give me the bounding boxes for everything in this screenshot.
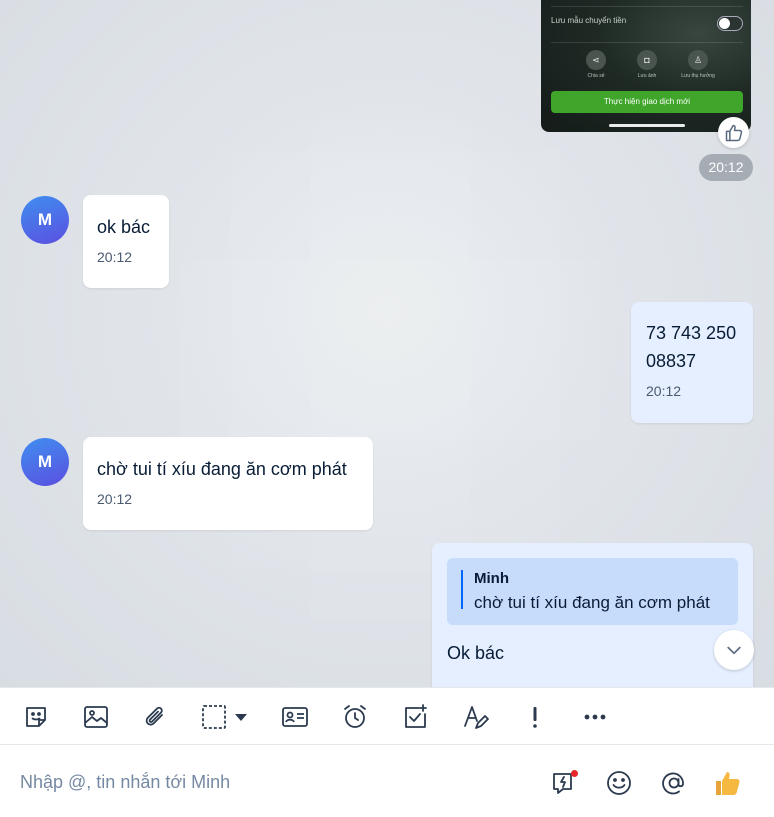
attachment-icon	[145, 706, 163, 726]
message-text: Ok bác	[447, 643, 505, 663]
attach-file-button[interactable]	[140, 701, 172, 733]
emoji-button[interactable]	[603, 767, 635, 799]
text-format-icon	[464, 706, 489, 729]
thumbs-up-icon	[725, 124, 742, 141]
message-input[interactable]	[20, 769, 520, 795]
new-transaction-button: Thực hiện giao dịch mới	[551, 91, 743, 113]
message-text-line: 08837	[646, 351, 697, 371]
sticker-icon	[26, 707, 46, 727]
save-beneficiary-action: ♙ Lưu thụ hưởng	[675, 50, 721, 79]
chevron-down-icon	[727, 646, 741, 655]
text-format-button[interactable]	[459, 701, 491, 733]
message-text: ok bác	[97, 217, 151, 237]
message-bubble-out[interactable]: Minh chờ tui tí xíu đang ăn cơm phát Ok …	[432, 543, 753, 687]
quoted-message[interactable]: Minh chờ tui tí xíu đang ăn cơm phát	[447, 558, 738, 625]
react-like-button[interactable]	[718, 117, 749, 148]
send-like-button[interactable]	[712, 767, 744, 799]
avatar[interactable]: M	[21, 196, 69, 244]
emoji-icon	[607, 771, 631, 795]
avatar[interactable]: M	[21, 438, 69, 486]
screenshot-icon	[202, 705, 226, 729]
save-beneficiary-label: Lưu thụ hưởng	[681, 73, 715, 79]
message-bubble-in[interactable]: chờ tui tí xíu đang ăn cơm phát 20:12	[83, 437, 373, 530]
quote-bar	[461, 570, 463, 609]
divider	[551, 6, 743, 7]
home-indicator	[609, 124, 685, 127]
at-sign-icon	[662, 772, 684, 795]
toggle-switch	[717, 16, 743, 31]
todo-button[interactable]	[399, 701, 431, 733]
message-time: 20:12	[97, 491, 133, 507]
todo-icon	[405, 704, 427, 728]
quote-text: chờ tui tí xíu đang ăn cơm phát	[474, 593, 710, 612]
camera-icon: ◘	[637, 50, 657, 70]
message-bubble-in[interactable]: ok bác 20:12	[83, 195, 169, 288]
message-bubble-out[interactable]: 73 743 250 08837 20:12	[631, 302, 753, 423]
message-time: 20:12	[97, 249, 133, 265]
message-time: 20:12	[646, 383, 682, 399]
scroll-to-bottom-button[interactable]	[714, 630, 754, 670]
contact-card-icon	[282, 707, 308, 727]
notification-dot	[571, 770, 578, 777]
share-label: Chia sẻ	[587, 73, 605, 79]
mention-button[interactable]	[658, 767, 690, 799]
chevron-down-icon	[235, 714, 247, 721]
message-composer	[0, 745, 774, 817]
sticker-button[interactable]	[20, 701, 52, 733]
save-image-label: Lưu ảnh	[637, 73, 657, 79]
message-text: chờ tui tí xíu đang ăn cơm phát	[97, 459, 347, 479]
send-contact-card-button[interactable]	[279, 701, 311, 733]
send-image-button[interactable]	[80, 701, 112, 733]
message-time: 20:12	[699, 154, 753, 181]
image-message[interactable]: Lưu mẫu chuyển tiền ⋖ Chia sẻ ◘ Lưu ảnh …	[541, 0, 751, 132]
divider	[551, 42, 743, 43]
image-icon	[84, 706, 108, 728]
share-icon: ⋖	[586, 50, 606, 70]
exclamation-icon	[533, 707, 537, 728]
more-options-button[interactable]	[579, 701, 611, 733]
quote-author: Minh	[474, 570, 509, 587]
quick-message-button[interactable]	[548, 767, 580, 799]
toggle-label: Lưu mẫu chuyển tiền	[551, 16, 627, 25]
alarm-clock-icon	[344, 705, 366, 728]
reminder-button[interactable]	[339, 701, 371, 733]
chat-area: Lưu mẫu chuyển tiền ⋖ Chia sẻ ◘ Lưu ảnh …	[0, 0, 774, 687]
screenshot-button[interactable]	[200, 701, 256, 733]
more-icon	[584, 714, 606, 720]
person-icon: ♙	[688, 50, 708, 70]
composer-toolbar	[0, 687, 774, 745]
thumbs-up-icon	[716, 772, 740, 795]
save-image-action: ◘ Lưu ảnh	[624, 50, 670, 79]
share-action: ⋖ Chia sẻ	[573, 50, 619, 79]
message-text-line: 73 743 250	[646, 323, 737, 343]
urgent-message-button[interactable]	[519, 701, 551, 733]
